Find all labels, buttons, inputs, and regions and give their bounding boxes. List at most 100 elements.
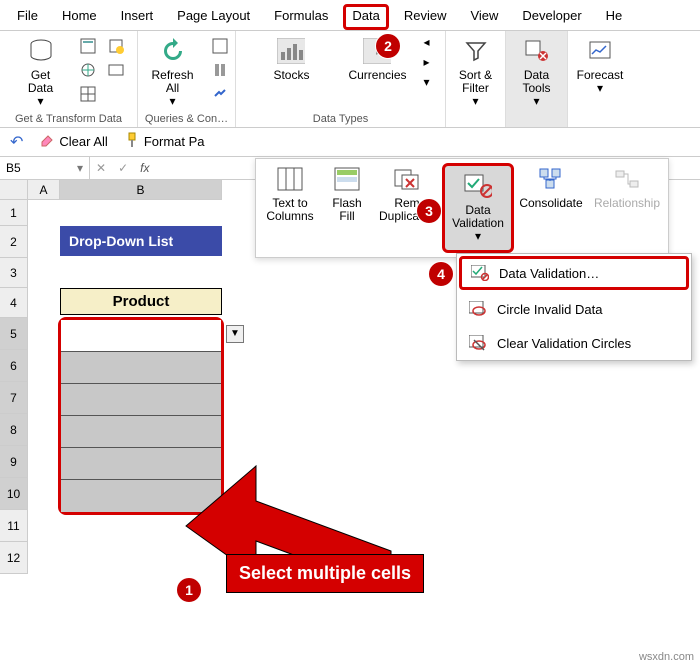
tab-data[interactable]: Data [343,4,388,30]
eraser-icon [39,132,55,151]
step-badge-2: 2 [375,33,401,59]
flash-fill-button[interactable]: Flash Fill [322,163,372,253]
stocks-button[interactable]: Stocks [251,35,331,84]
consolidate-label: Consolidate [519,197,582,210]
col-header-a[interactable]: A [28,180,60,200]
data-tools-button[interactable]: Data Tools ▾ [511,35,563,111]
row-header-7[interactable]: 7 [0,382,28,414]
ribbon: Get Data ▾ Get & Transform Data Refresh … [0,31,700,128]
tab-developer[interactable]: Developer [513,4,590,30]
properties-icon[interactable] [209,59,231,81]
queries-icon[interactable] [209,35,231,57]
group-label-queries: Queries & Con… [145,111,228,125]
from-table-icon[interactable] [77,83,99,105]
menu-data-validation[interactable]: Data Validation… [459,256,689,290]
more-types-icon[interactable]: ▾ [423,75,429,89]
chevron-down-icon: ▾ [472,95,478,108]
format-painter-button[interactable]: Format Pa [124,132,205,151]
paintbrush-icon [124,132,140,151]
text-to-columns-label: Text to Columns [266,197,313,223]
from-text-icon[interactable] [77,35,99,57]
text-columns-icon [276,165,304,193]
tab-page-layout[interactable]: Page Layout [168,4,259,30]
relationships-label: Relationship [594,197,660,210]
tab-file[interactable]: File [8,4,47,30]
recent-sources-icon[interactable] [105,35,127,57]
tab-formulas[interactable]: Formulas [265,4,337,30]
menu-circle-invalid-label: Circle Invalid Data [497,302,603,317]
tab-insert[interactable]: Insert [112,4,163,30]
data-tools-icon [523,37,551,65]
group-label-get: Get & Transform Data [15,111,122,125]
menu-circle-invalid[interactable]: Circle Invalid Data [457,292,691,326]
stocks-label: Stocks [273,69,309,82]
group-data-tools: Data Tools ▾ [506,31,568,127]
select-all-corner[interactable] [0,180,28,200]
watermark: wsxdn.com [639,651,694,663]
forecast-button[interactable]: Forecast ▾ [572,35,628,97]
undo-button[interactable]: ↶ [10,132,23,152]
data-validation-icon [464,172,492,200]
cancel-icon[interactable]: ✕ [90,161,112,175]
edit-links-icon[interactable] [209,83,231,105]
product-header-cell: Product [60,288,222,315]
row-header-9[interactable]: 9 [0,446,28,478]
row-header-4[interactable]: 4 [0,288,28,318]
col-header-b[interactable]: B [60,180,222,200]
name-box[interactable]: B5 ▾ [0,157,90,179]
name-box-value: B5 [6,161,21,175]
existing-connections-icon[interactable] [105,59,127,81]
cell-b8[interactable] [61,416,221,448]
dropdown-arrow-button[interactable]: ▼ [226,325,244,343]
row-header-2[interactable]: 2 [0,226,28,258]
consolidate-button[interactable]: Consolidate [514,163,588,253]
row-header-8[interactable]: 8 [0,414,28,446]
chevron-left-icon[interactable]: ◂ [423,35,429,49]
callout: Select multiple cells [226,554,424,593]
sort-filter-button[interactable]: Sort & Filter ▾ [451,35,501,111]
remove-duplicates-icon [393,165,421,193]
stocks-icon [277,37,305,65]
clear-circles-icon [469,334,487,352]
fx-icon[interactable]: fx [134,161,155,175]
data-tools-popup: Text to Columns Flash Fill Rem Duplicate… [255,158,669,258]
chevron-down-icon: ▾ [475,230,481,243]
currencies-label: Currencies [348,69,406,82]
tab-help[interactable]: He [597,4,632,30]
get-data-button[interactable]: Get Data ▾ [11,35,71,111]
row-header-3[interactable]: 3 [0,258,28,288]
enter-icon[interactable]: ✓ [112,161,134,175]
tab-home[interactable]: Home [53,4,106,30]
clear-all-button[interactable]: Clear All [39,132,107,151]
refresh-icon [159,37,187,65]
row-header-1[interactable]: 1 [0,200,28,226]
group-data-types: Stocks ¤ Currencies ◂ ▸ ▾ Data Types [236,31,446,127]
text-to-columns-button[interactable]: Text to Columns [258,163,322,253]
undo-icon: ↶ [10,132,23,152]
row-header-12[interactable]: 12 [0,542,28,574]
row-header-6[interactable]: 6 [0,350,28,382]
menu-clear-circles[interactable]: Clear Validation Circles [457,326,691,360]
cell-b7[interactable] [61,384,221,416]
data-tools-label: Data Tools [522,69,550,95]
group-sort-filter: Sort & Filter ▾ [446,31,506,127]
title-cell: Drop-Down List [60,226,222,256]
from-web-icon[interactable] [77,59,99,81]
step-badge-4: 4 [428,261,454,287]
group-forecast: Forecast ▾ [568,31,632,127]
refresh-all-button[interactable]: Refresh All ▾ [143,35,203,111]
cell-b5[interactable] [61,320,221,352]
circle-invalid-icon [469,300,487,318]
consolidate-icon [537,165,565,193]
validation-check-icon [471,264,489,282]
data-validation-button[interactable]: Data Validation ▾ [442,163,514,253]
cell-b6[interactable] [61,352,221,384]
tab-view[interactable]: View [461,4,507,30]
row-header-5[interactable]: 5 [0,318,28,350]
group-queries: Refresh All ▾ Queries & Con… [138,31,236,127]
row-header-10[interactable]: 10 [0,478,28,510]
data-validation-menu: Data Validation… Circle Invalid Data Cle… [456,253,692,361]
row-header-11[interactable]: 11 [0,510,28,542]
tab-review[interactable]: Review [395,4,456,30]
chevron-right-icon[interactable]: ▸ [423,55,429,69]
